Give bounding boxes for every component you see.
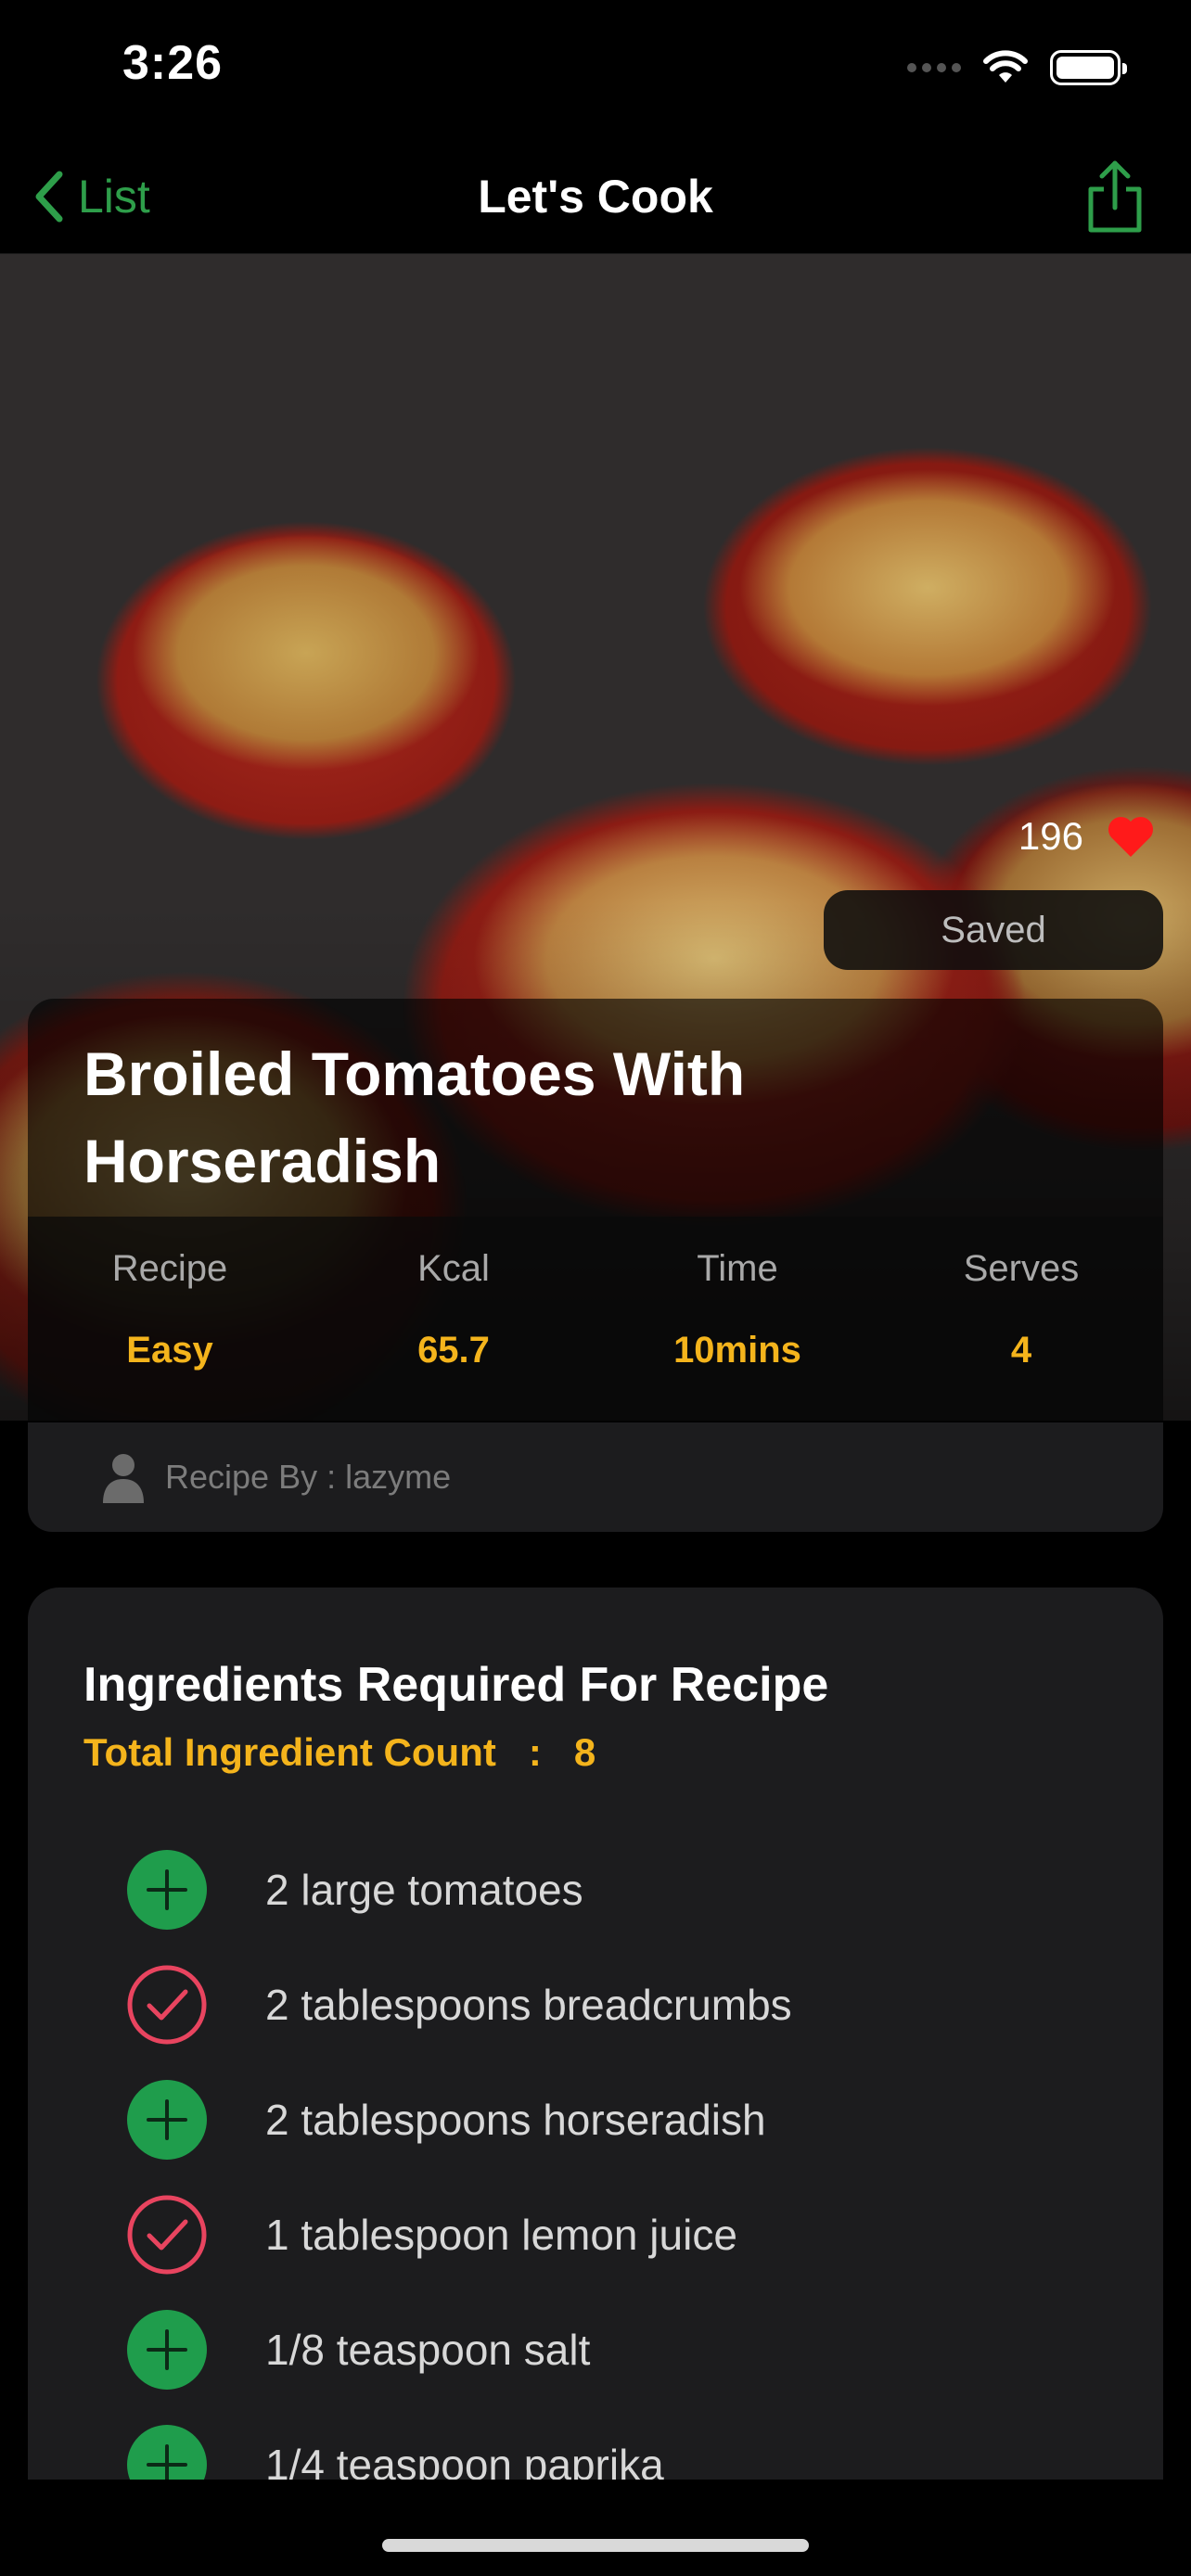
person-icon xyxy=(103,1454,144,1503)
back-button-label: List xyxy=(78,171,150,223)
ingredient-text: 1/8 teaspoon salt xyxy=(265,2326,591,2374)
wifi-icon xyxy=(983,50,1028,83)
ingredient-text: 2 large tomatoes xyxy=(265,1866,583,1914)
ingredient-item[interactable]: 2 tablespoons breadcrumbs xyxy=(83,1947,1108,2062)
ingredient-text: 1 tablespoon lemon juice xyxy=(265,2211,737,2259)
ingredients-card: Ingredients Required For Recipe Total In… xyxy=(28,1588,1163,2576)
stat-label: Kcal xyxy=(417,1248,490,1289)
back-button[interactable]: List xyxy=(32,165,150,228)
likes[interactable]: 196 xyxy=(1018,814,1156,859)
ingredient-item[interactable]: 2 tablespoons horseradish xyxy=(83,2062,1108,2177)
status-icons xyxy=(907,45,1127,91)
home-indicator[interactable] xyxy=(382,2539,809,2552)
status-bar: 3:26 xyxy=(0,0,1191,139)
share-icon xyxy=(1088,160,1142,233)
ingredient-text: 2 tablespoons breadcrumbs xyxy=(265,1981,792,2029)
ingredient-count: Total Ingredient Count : 8 xyxy=(83,1730,596,1774)
navigation-bar: List Let's Cook xyxy=(0,139,1191,254)
recipe-stats: Recipe Easy Kcal 65.7 Time 10mins Serves… xyxy=(28,1217,1163,1421)
heart-icon xyxy=(1108,816,1154,857)
ingredients-heading: Ingredients Required For Recipe xyxy=(83,1658,829,1712)
ingredient-list: 2 large tomatoes 2 tablespoons breadcrum… xyxy=(83,1832,1108,2522)
author-text: Recipe By : lazyme xyxy=(165,1458,452,1496)
chevron-left-icon xyxy=(35,171,63,223)
bottom-safe-area xyxy=(0,2480,1191,2576)
stat-kcal: Kcal 65.7 xyxy=(312,1241,596,1421)
stat-value: 65.7 xyxy=(417,1330,490,1371)
checkmark-circle-icon[interactable] xyxy=(126,2194,208,2276)
stat-recipe: Recipe Easy xyxy=(28,1241,312,1421)
battery-icon xyxy=(1050,50,1127,85)
ingredient-item[interactable]: 1/8 teaspoon salt xyxy=(83,2292,1108,2407)
checkmark-circle-icon[interactable] xyxy=(126,1964,208,2046)
stat-label: Serves xyxy=(963,1248,1080,1289)
stat-label: Time xyxy=(697,1248,778,1289)
stat-time: Time 10mins xyxy=(596,1241,879,1421)
ingredient-text: 2 tablespoons horseradish xyxy=(265,2096,766,2144)
add-circle-icon[interactable] xyxy=(126,2079,208,2161)
share-button[interactable] xyxy=(1082,158,1148,236)
stat-label: Recipe xyxy=(111,1248,228,1289)
add-circle-icon[interactable] xyxy=(126,1849,208,1931)
ingredient-item[interactable]: 2 large tomatoes xyxy=(83,1832,1108,1947)
stat-value: Easy xyxy=(126,1330,213,1371)
page-title: Let's Cook xyxy=(478,171,713,223)
stat-value: 10mins xyxy=(673,1330,801,1371)
stat-value: 4 xyxy=(1010,1330,1032,1371)
recipe-title: Broiled Tomatoes With Horseradish xyxy=(83,1039,746,1195)
likes-count: 196 xyxy=(1018,814,1083,858)
status-time: 3:26 xyxy=(122,36,224,90)
recipe-info-card: Broiled Tomatoes With Horseradish Recipe… xyxy=(28,999,1163,1421)
recipe-title-block: Broiled Tomatoes With Horseradish xyxy=(28,999,1163,1217)
cellular-signal-icon xyxy=(907,63,961,72)
add-circle-icon[interactable] xyxy=(126,2309,208,2391)
ingredient-item[interactable]: 1 tablespoon lemon juice xyxy=(83,2177,1108,2292)
recipe-author[interactable]: Recipe By : lazyme xyxy=(28,1422,1163,1532)
saved-button[interactable]: Saved xyxy=(824,890,1163,970)
stat-serves: Serves 4 xyxy=(879,1241,1163,1421)
